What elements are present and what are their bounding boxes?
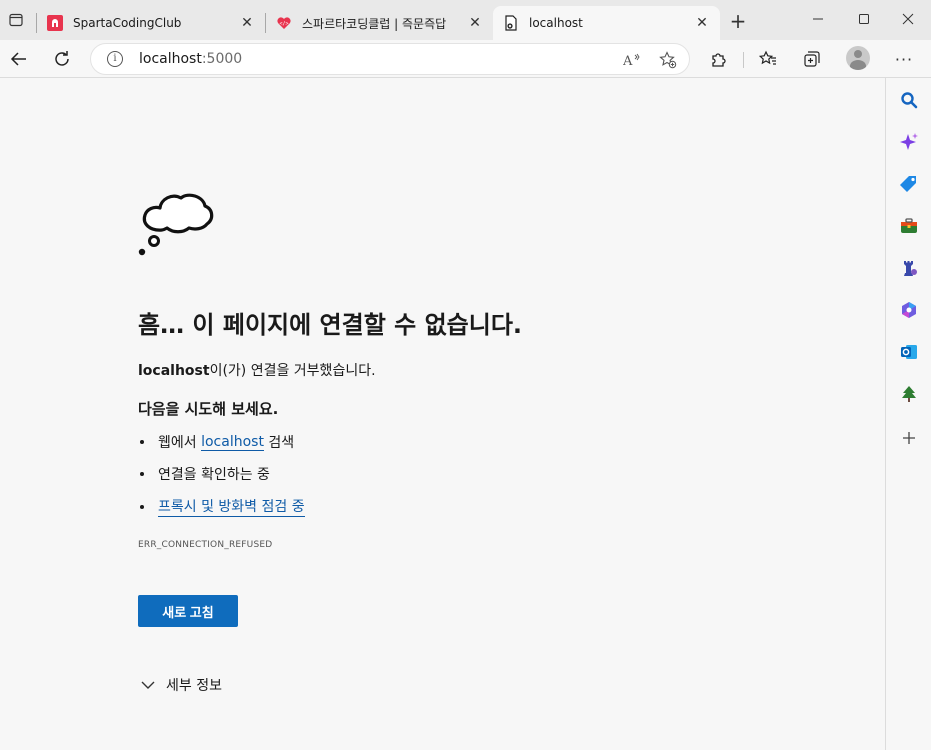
collections-icon [804, 51, 820, 67]
new-tab-button[interactable]: + [726, 10, 750, 34]
url-port: :5000 [201, 51, 243, 67]
favorites-button[interactable] [753, 44, 783, 74]
sidebar-copilot-button[interactable] [898, 131, 920, 153]
details-toggle[interactable]: 세부 정보 [140, 675, 222, 695]
tab-bar: SpartaCodingClub ✕ </> 스파르타코딩클럽 | 즉문즉답 ✕… [0, 0, 931, 40]
search-icon [901, 92, 918, 109]
host-name: localhost [138, 363, 210, 379]
sidebar-tools-button[interactable] [898, 215, 920, 237]
suggestion-search: 웹에서 localhost 검색 [138, 432, 294, 452]
arrow-left-icon [10, 52, 26, 66]
suggestion-text: 검색 [263, 435, 295, 451]
plus-icon: + [729, 9, 747, 33]
toolbar-divider [743, 52, 744, 68]
svg-text:A: A [623, 54, 633, 68]
profile-avatar[interactable] [846, 46, 870, 70]
outlook-icon [901, 345, 917, 359]
close-window-button[interactable] [885, 0, 931, 38]
tag-icon [900, 176, 916, 192]
tab-title: 스파르타코딩클럽 | 즉문즉답 [302, 16, 447, 31]
close-tab-icon[interactable]: ✕ [239, 15, 255, 31]
close-tab-icon[interactable]: ✕ [467, 15, 483, 31]
edge-sidebar [885, 78, 931, 750]
heart-code-icon: </> [276, 15, 292, 31]
tab-title: localhost [529, 16, 583, 30]
suggestion-check-connection: 연결을 확인하는 중 [138, 464, 270, 484]
sidebar-microsoft365-button[interactable] [898, 299, 920, 321]
collections-button[interactable] [797, 44, 827, 74]
tab-sparta-qna[interactable]: </> 스파르타코딩클럽 | 즉문즉답 ✕ [266, 6, 493, 40]
refresh-icon [55, 51, 69, 66]
refused-message: localhost이(가) 연결을 거부했습니다. [138, 360, 376, 380]
chess-piece-icon [904, 261, 917, 276]
more-horizontal-icon: ··· [894, 49, 914, 69]
suggestion-text: 웹에서 [158, 435, 202, 451]
minimize-icon [813, 18, 823, 20]
error-code: ERR_CONNECTION_REFUSED [138, 540, 273, 550]
tab-localhost[interactable]: localhost ✕ [493, 6, 720, 40]
address-bar[interactable]: i localhost:5000 A [90, 43, 690, 75]
minimize-button[interactable] [795, 0, 841, 38]
sidebar-games-button[interactable] [898, 257, 920, 279]
add-favorite-icon[interactable] [657, 49, 679, 71]
url-text[interactable]: localhost:5000 [139, 51, 242, 67]
tab-actions-button[interactable] [0, 0, 32, 40]
url-host: localhost [139, 51, 202, 67]
bullet [140, 440, 144, 444]
sidebar-search-button[interactable] [898, 89, 920, 111]
tab-spartacodingclub[interactable]: SpartaCodingClub ✕ [37, 6, 265, 40]
maximize-button[interactable] [841, 0, 887, 38]
tree-icon [902, 386, 916, 402]
svg-text:</>: </> [279, 21, 288, 27]
suggestion-text: 연결을 확인하는 중 [158, 467, 270, 483]
bullet [140, 472, 144, 476]
tab-title: SpartaCodingClub [73, 16, 182, 30]
info-icon[interactable]: i [107, 51, 123, 67]
settings-more-button[interactable]: ··· [889, 44, 919, 74]
error-heading: 흠… 이 페이지에 연결할 수 없습니다. [138, 311, 523, 339]
thought-cloud-icon [138, 193, 214, 256]
suggestion-proxy-firewall: 프록시 및 방화벽 점검 중 [138, 496, 305, 517]
sidebar-outlook-button[interactable] [898, 341, 920, 363]
close-icon [902, 13, 914, 25]
refresh-button[interactable] [47, 44, 77, 74]
read-aloud-icon[interactable]: A [621, 49, 643, 71]
sidebar-drop-button[interactable] [898, 383, 920, 405]
sidebar-add-button[interactable] [898, 427, 920, 449]
suggestions-title: 다음을 시도해 보세요. [138, 400, 279, 418]
bullet [140, 504, 144, 509]
details-label: 세부 정보 [166, 678, 222, 694]
reload-button[interactable]: 새로 고침 [138, 595, 238, 627]
page-error-icon [503, 15, 519, 31]
plus-icon [903, 432, 915, 444]
sparkle-icon [900, 133, 918, 150]
search-localhost-link[interactable]: localhost [201, 434, 264, 451]
favorites-star-icon [759, 50, 776, 65]
back-button[interactable] [4, 44, 34, 74]
puzzle-icon [712, 53, 726, 67]
extensions-button[interactable] [704, 44, 734, 74]
sidebar-shopping-button[interactable] [898, 173, 920, 195]
error-page: 흠… 이 페이지에 연결할 수 없습니다. localhost이(가) 연결을 … [0, 78, 885, 750]
tab-actions-icon [9, 13, 23, 27]
refused-text: 이(가) 연결을 거부했습니다. [209, 363, 376, 379]
close-tab-icon[interactable]: ✕ [694, 15, 710, 31]
microsoft365-icon [902, 302, 916, 318]
chevron-down-icon [141, 681, 155, 689]
proxy-firewall-link[interactable]: 프록시 및 방화벽 점검 중 [158, 496, 305, 517]
browser-toolbar: i localhost:5000 A ··· [0, 40, 931, 78]
maximize-icon [859, 14, 869, 24]
toolbox-icon [901, 218, 917, 233]
spartan-helmet-icon [47, 15, 63, 31]
